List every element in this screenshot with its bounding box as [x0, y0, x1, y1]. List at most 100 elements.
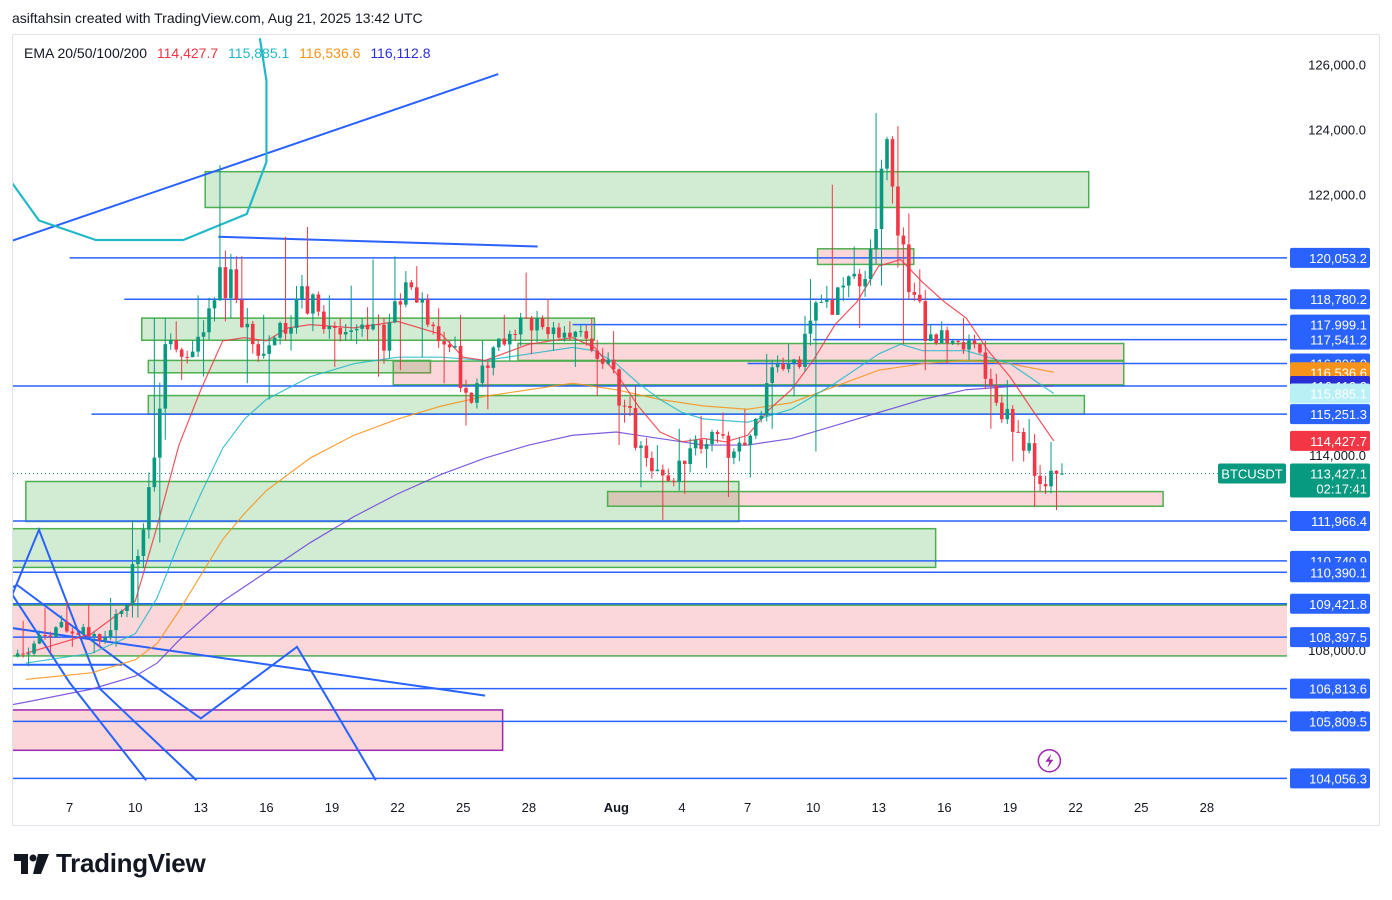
candle-47-3 — [1060, 463, 1064, 476]
candle-body — [961, 342, 966, 350]
price-level-tag-7-text: 111,966.4 — [1311, 514, 1367, 529]
candle-body — [289, 327, 293, 334]
candle-body — [841, 285, 846, 288]
candle-body — [365, 324, 370, 330]
candle-body — [240, 300, 244, 328]
price-level-tag-13: 105,809.5 — [1290, 711, 1370, 732]
x-tick-label-9: 4 — [678, 800, 685, 815]
candle-38-3 — [863, 270, 867, 297]
candle-body — [726, 435, 731, 458]
plot-area — [13, 38, 1287, 781]
candle-body — [579, 331, 583, 333]
x-tick-label-5: 22 — [390, 800, 404, 815]
candle-10-0 — [234, 256, 239, 304]
candle-body — [360, 324, 364, 329]
candle-body — [168, 340, 173, 345]
candle-13-0 — [300, 274, 304, 309]
price-level-tag-9: 110,390.1 — [1290, 562, 1370, 583]
candle-10-1 — [240, 256, 244, 328]
zone-supply-purple-11 — [13, 709, 504, 752]
candle-body — [332, 326, 337, 328]
candle-body — [868, 249, 873, 280]
price-level-tag-9-text: 110,390.1 — [1310, 565, 1367, 580]
candle-body — [1054, 470, 1059, 474]
candle-body — [983, 352, 988, 379]
candle-body — [650, 458, 654, 472]
candle-45-3 — [1016, 420, 1021, 433]
candle-body — [229, 269, 233, 298]
candle-body — [92, 634, 97, 637]
candle-body — [857, 273, 862, 287]
candle-body — [901, 235, 906, 245]
zone-supply-10 — [13, 604, 1287, 657]
candle-body — [825, 300, 829, 302]
candle-33-0 — [737, 437, 742, 462]
candle-32-1 — [721, 412, 725, 439]
candle-body — [218, 267, 222, 301]
price-chart[interactable]: 7 10 13 16 19 22 25 28 Aug 4 7 10 13 16 19 22 25 28 126,00… — [0, 0, 1392, 900]
candle-body — [190, 351, 195, 358]
candle-body — [261, 353, 266, 356]
candle-body — [896, 186, 900, 236]
candle-body — [606, 359, 610, 364]
candle-body — [201, 332, 206, 337]
candle-body — [37, 635, 42, 644]
candle-body — [300, 286, 304, 299]
candle-body — [1027, 443, 1031, 451]
x-tick-label-11: 10 — [806, 800, 820, 815]
candle-39-0 — [868, 239, 873, 286]
ema-legend[interactable]: EMA 20/50/100/200 114,427.7 115,885.1 11… — [24, 45, 437, 61]
candle-body — [475, 383, 479, 403]
candle-body — [338, 327, 343, 335]
candle-body — [699, 439, 703, 449]
candle-body — [928, 334, 933, 342]
candle-body — [234, 269, 239, 301]
candle-17-1 — [393, 256, 397, 324]
candle-body — [453, 345, 457, 348]
candle-10-3 — [250, 321, 255, 354]
candle-body — [1060, 473, 1064, 475]
candle-38-0 — [846, 275, 851, 298]
candle-body — [797, 359, 802, 367]
candle-body — [1049, 470, 1053, 487]
price-level-tag-7: 111,966.4 — [1290, 510, 1370, 531]
candle-15-1 — [349, 285, 353, 340]
price-level-tag-12: 106,813.6 — [1290, 678, 1370, 699]
zone-demand-0 — [204, 170, 1090, 209]
candle-body — [502, 338, 507, 345]
candle-41-0 — [912, 282, 917, 301]
candle-body — [442, 341, 446, 345]
candle-body — [639, 445, 643, 448]
candle-body — [272, 337, 277, 346]
candle-body — [81, 627, 86, 634]
candle-body — [174, 340, 179, 350]
candle-body — [852, 273, 856, 277]
candle-41-1 — [917, 269, 922, 304]
tradingview-brand[interactable]: TradingView — [14, 848, 206, 879]
candle-body — [863, 279, 867, 287]
candle-body — [414, 287, 419, 303]
candle-body — [354, 328, 359, 331]
candle-body — [950, 340, 955, 344]
candle-12-0 — [278, 321, 282, 345]
candle-33-2 — [748, 434, 753, 478]
candle-36-1 — [808, 279, 813, 346]
candle-body — [464, 388, 468, 393]
x-tick-label-3: 16 — [259, 800, 273, 815]
candle-20-3 — [469, 392, 474, 404]
candle-body — [447, 344, 452, 348]
candle-body — [781, 363, 785, 370]
x-tick-label-13: 16 — [937, 800, 951, 815]
zone-demand-6 — [147, 394, 1086, 415]
candle-body — [43, 635, 47, 637]
candle-body — [278, 322, 282, 338]
candle-12-1 — [283, 236, 288, 341]
candle-body — [486, 365, 490, 368]
candle-37-3 — [841, 277, 846, 302]
candle-body — [885, 139, 889, 169]
candle-body — [907, 244, 911, 293]
candle-37-0 — [825, 285, 829, 309]
candle-body — [617, 369, 621, 406]
candle-body — [54, 627, 58, 637]
candle-body — [518, 317, 523, 335]
